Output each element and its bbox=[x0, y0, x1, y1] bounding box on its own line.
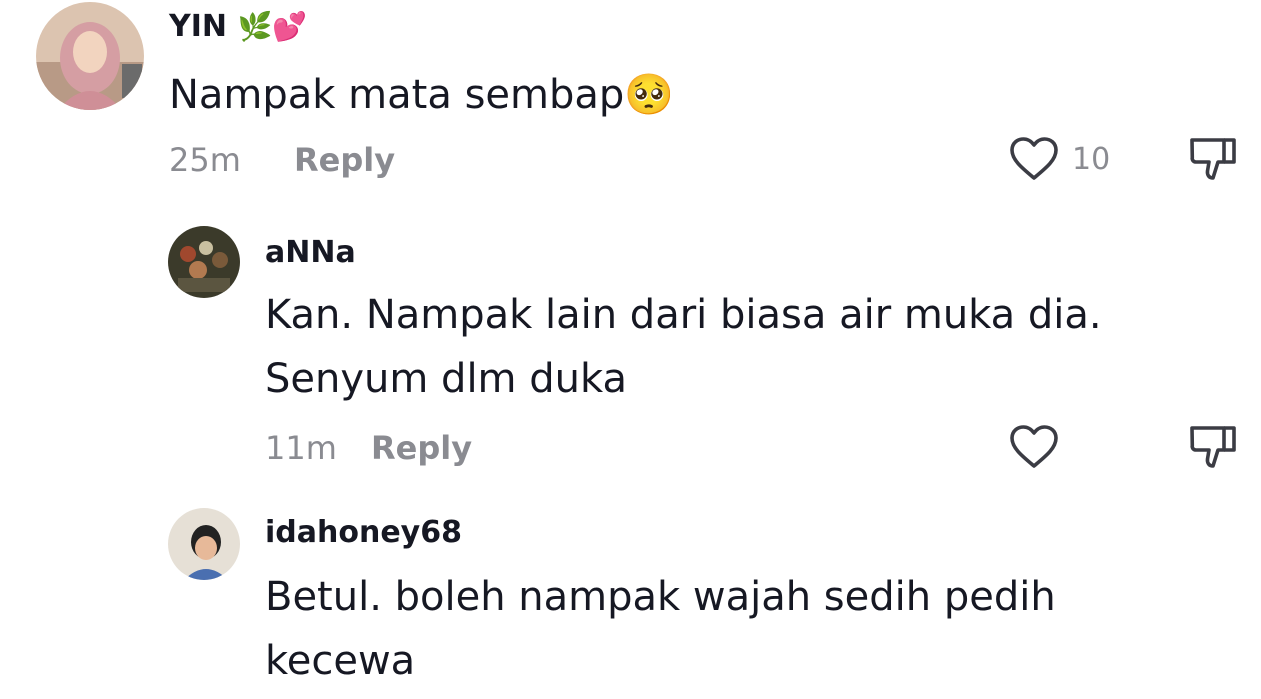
comment-username[interactable]: aNNa bbox=[265, 234, 356, 272]
avatar-image bbox=[168, 226, 240, 298]
comment-text-line: Kan. Nampak lain dari biasa air muka dia… bbox=[265, 292, 1102, 338]
username-emojis: 🌿💕 bbox=[237, 10, 308, 43]
comment-text-line: Betul. boleh nampak wajah sedih pedih bbox=[265, 574, 1056, 620]
avatar-image bbox=[168, 508, 240, 580]
heart-outline-icon bbox=[1010, 137, 1058, 180]
thumbs-down-outline-icon bbox=[1190, 426, 1236, 468]
dislike-button[interactable] bbox=[1188, 424, 1238, 470]
emoji-pleading: 🥺 bbox=[624, 72, 675, 118]
avatar[interactable] bbox=[168, 508, 240, 580]
comment-username[interactable]: idahoney68 bbox=[265, 514, 462, 552]
comment-text-content: Nampak mata sembap bbox=[169, 72, 625, 118]
comment-username[interactable]: YIN 🌿💕 bbox=[169, 8, 307, 46]
heart-outline-icon bbox=[1010, 425, 1058, 468]
avatar[interactable] bbox=[168, 226, 240, 298]
comment-text-line: Senyum dlm duka bbox=[265, 356, 627, 402]
comment-timestamp: 25m bbox=[169, 141, 241, 179]
like-button[interactable] bbox=[1008, 424, 1060, 470]
reply-comment-item: aNNa Kan. Nampak lain dari biasa air muk… bbox=[0, 210, 1261, 480]
reply-button[interactable]: Reply bbox=[294, 140, 395, 180]
dislike-button[interactable] bbox=[1188, 136, 1238, 182]
comment-timestamp: 11m bbox=[265, 429, 337, 467]
reply-comment-item: idahoney68 Betul. boleh nampak wajah sed… bbox=[0, 500, 1261, 699]
like-count: 10 bbox=[1072, 142, 1111, 177]
avatar[interactable] bbox=[36, 2, 144, 110]
comment-text: Nampak mata sembap🥺 bbox=[169, 70, 674, 120]
comment-text-line: kecewa bbox=[265, 638, 416, 684]
comment-item: YIN 🌿💕 Nampak mata sembap🥺 25m Reply 10 bbox=[0, 0, 1261, 200]
avatar-image bbox=[36, 2, 144, 110]
like-button[interactable] bbox=[1008, 136, 1060, 182]
reply-button[interactable]: Reply bbox=[371, 428, 472, 468]
thumbs-down-outline-icon bbox=[1190, 138, 1236, 180]
username-text[interactable]: YIN bbox=[169, 9, 227, 44]
